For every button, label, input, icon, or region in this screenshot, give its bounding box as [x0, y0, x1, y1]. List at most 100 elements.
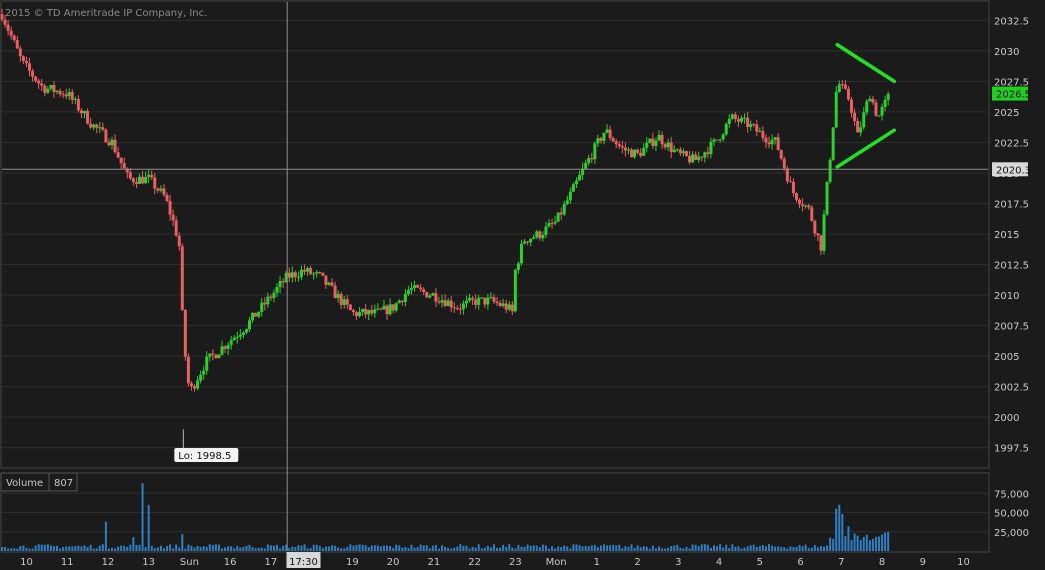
time-tick-label: 17	[265, 557, 278, 568]
volume-bar	[89, 544, 92, 551]
candle-down	[498, 303, 502, 306]
candle-down	[318, 272, 322, 274]
volume-bar	[520, 546, 523, 551]
volume-bar	[4, 546, 7, 551]
volume-bar	[709, 547, 712, 551]
volume-bar	[101, 544, 104, 551]
volume-bar	[407, 548, 410, 551]
candle-up	[446, 300, 450, 307]
candle-down	[810, 207, 814, 221]
candle-down	[590, 158, 594, 160]
candle-up	[513, 269, 517, 312]
candle-up	[159, 188, 163, 191]
candle-down	[28, 63, 32, 71]
volume-bar	[581, 546, 584, 551]
candle-down	[0, 14, 4, 20]
volume-bar	[758, 546, 761, 551]
candle-up	[306, 268, 310, 272]
candle-up	[394, 303, 398, 311]
volume-bar	[248, 544, 251, 551]
candle-up	[645, 142, 649, 148]
volume-bar	[489, 547, 492, 551]
candle-up	[703, 152, 707, 158]
volume-bar	[441, 545, 444, 551]
volume-bar	[428, 548, 431, 551]
candle-up	[257, 311, 261, 317]
crosshair-time-label: 17:30	[289, 557, 318, 568]
volume-title: Volume	[6, 478, 43, 489]
volume-bar	[300, 545, 303, 551]
volume-bar	[764, 546, 767, 551]
volume-bar	[13, 548, 16, 551]
volume-bar	[392, 547, 395, 551]
candle-up	[406, 289, 410, 294]
candle-up	[868, 98, 872, 102]
volume-bar	[642, 546, 645, 551]
candle-up	[477, 297, 481, 305]
candle-up	[666, 142, 670, 148]
candle-down	[141, 176, 145, 184]
volume-bar	[361, 544, 364, 551]
volume-tick-label: 50,000	[994, 509, 1029, 520]
candle-down	[3, 19, 7, 25]
candle-up	[361, 308, 365, 312]
candle-up	[681, 151, 685, 154]
volume-bar	[703, 544, 706, 551]
candle-down	[21, 56, 25, 61]
volume-bar	[682, 548, 685, 551]
volume-bar	[211, 544, 214, 551]
candle-up	[535, 231, 539, 238]
volume-bar	[260, 547, 263, 551]
volume-bar	[86, 547, 89, 551]
candle-up	[721, 134, 725, 140]
candle-up	[654, 140, 658, 146]
candle-up	[709, 141, 713, 155]
volume-bar	[373, 545, 376, 551]
volume-bar	[551, 546, 554, 551]
volume-bar	[288, 548, 291, 551]
volume-bar	[697, 546, 700, 551]
price-tick-label: 2032.5	[994, 16, 1029, 27]
candle-down	[599, 138, 603, 141]
candle-up	[691, 154, 695, 163]
candle-down	[779, 150, 783, 159]
candle-down	[764, 137, 768, 143]
volume-bar	[107, 548, 110, 551]
volume-bar	[584, 545, 587, 551]
candle-down	[795, 193, 799, 200]
candle-down	[281, 281, 285, 283]
volume-bar	[593, 544, 596, 551]
volume-bar	[230, 546, 233, 551]
volume-bar	[587, 546, 590, 551]
volume-bar	[309, 548, 312, 551]
volume-bar	[34, 545, 37, 551]
volume-bar	[752, 544, 755, 551]
volume-bar	[792, 547, 795, 551]
candle-down	[791, 181, 795, 194]
volume-bar	[52, 546, 55, 551]
volume-bar	[624, 546, 627, 551]
candle-down	[385, 305, 389, 315]
price-chart[interactable]: 2032.520302027.520252022.520202017.52015…	[0, 0, 1045, 570]
candle-down	[752, 124, 756, 126]
candle-up	[865, 101, 869, 113]
volume-bar	[349, 544, 352, 551]
time-tick-label: 19	[346, 557, 359, 568]
volume-bar	[621, 548, 624, 551]
candle-up	[440, 300, 444, 303]
candle-up	[675, 149, 679, 151]
candle-up	[743, 117, 747, 119]
candle-up	[828, 159, 832, 182]
candle-down	[76, 98, 80, 111]
candle-up	[83, 111, 87, 114]
candle-up	[92, 124, 96, 128]
candle-up	[773, 137, 777, 140]
candle-down	[785, 168, 789, 182]
volume-bar	[523, 546, 526, 551]
volume-bar	[716, 546, 719, 551]
volume-bar	[346, 546, 349, 551]
candle-down	[354, 312, 358, 317]
candle-up	[275, 287, 279, 293]
volume-bar	[630, 544, 633, 551]
candle-down	[134, 182, 138, 184]
